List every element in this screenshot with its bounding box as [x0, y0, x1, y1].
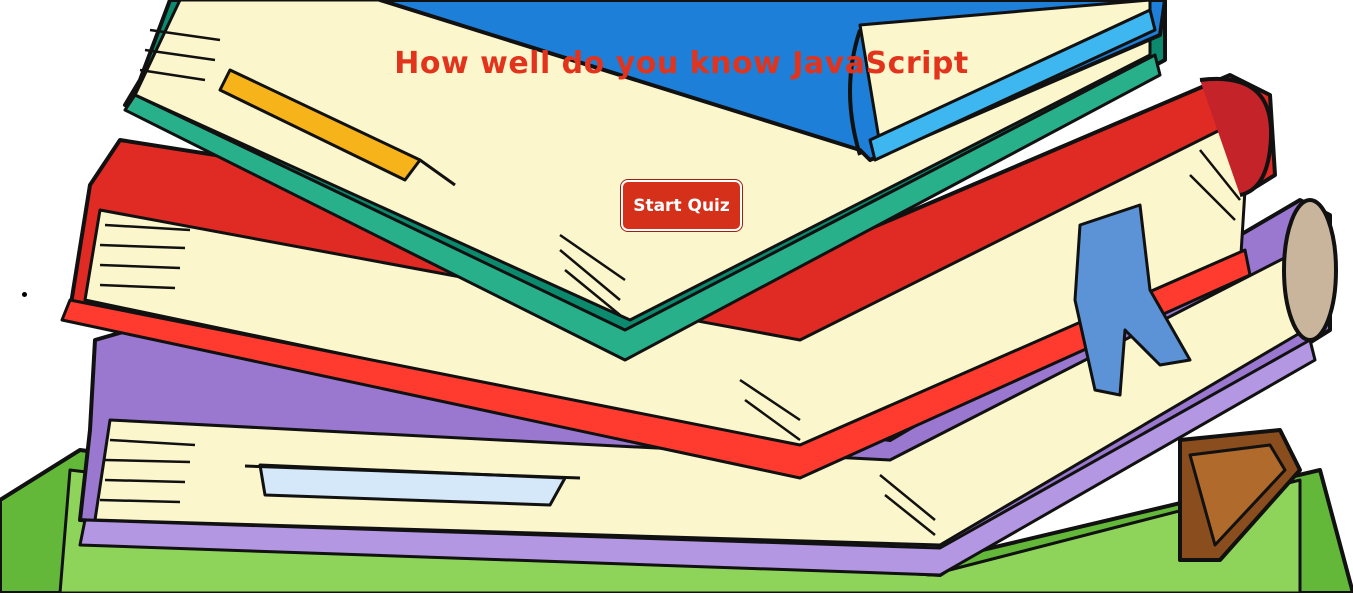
stack-of-books-icon [0, 0, 1353, 593]
quiz-start-screen: How well do you know JavaScript Start Qu… [0, 0, 1353, 593]
start-quiz-button[interactable]: Start Quiz [621, 180, 742, 231]
page-title: How well do you know JavaScript [394, 46, 969, 81]
list-bullet [22, 292, 27, 297]
